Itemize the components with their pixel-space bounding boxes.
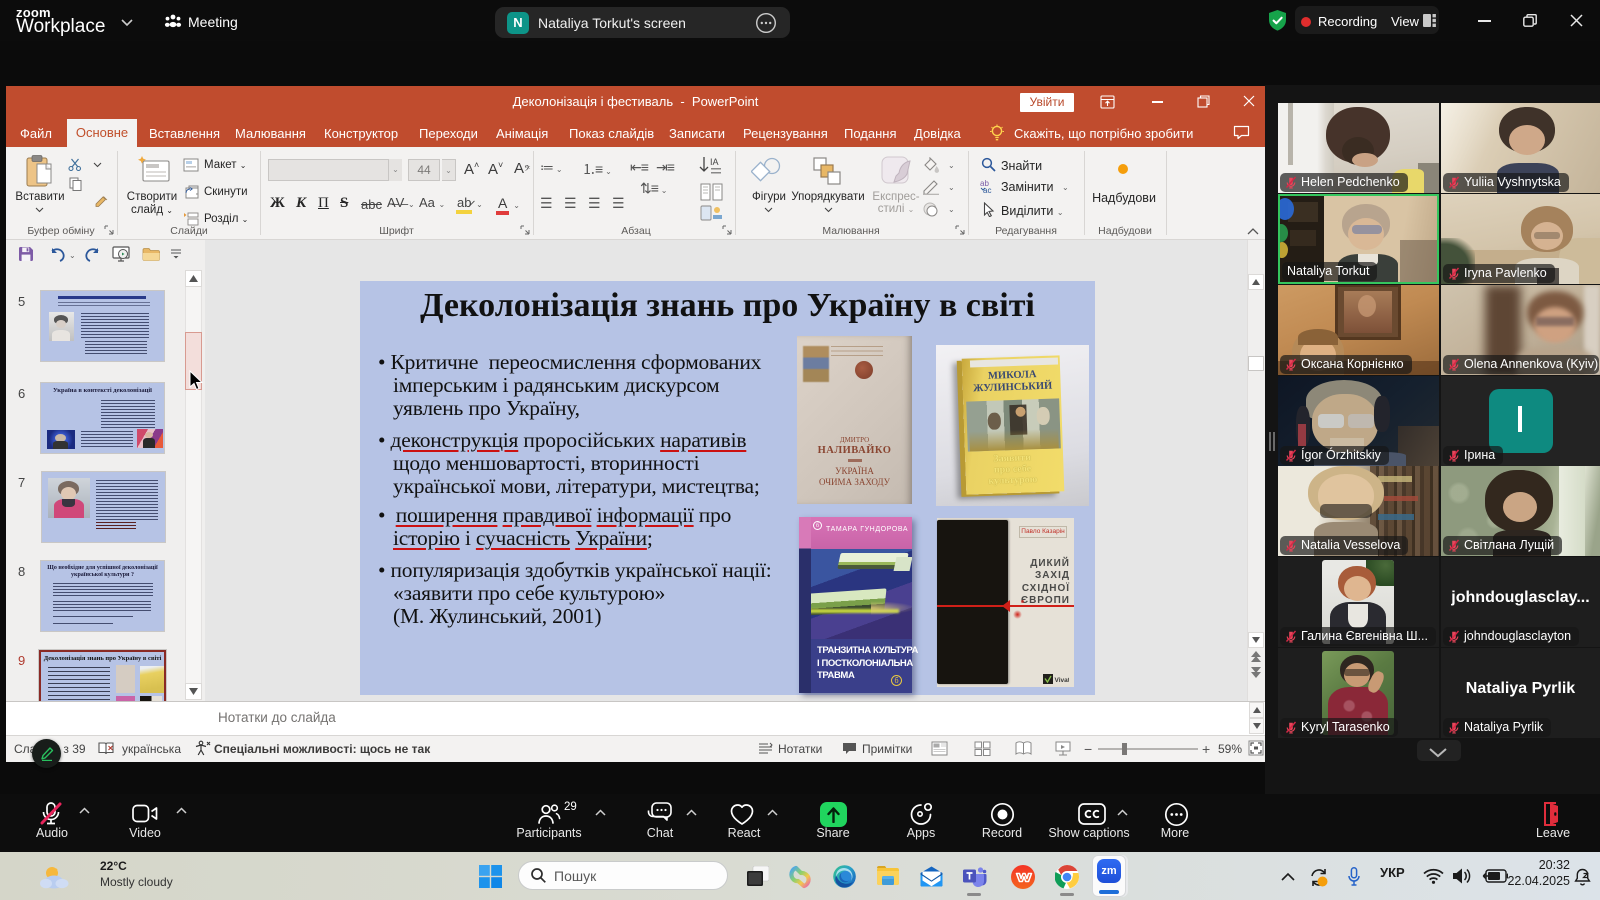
- svg-text:Vivat: Vivat: [1055, 677, 1070, 684]
- svg-text:ac: ac: [983, 186, 991, 194]
- svg-text:ІА: ІА: [710, 157, 719, 167]
